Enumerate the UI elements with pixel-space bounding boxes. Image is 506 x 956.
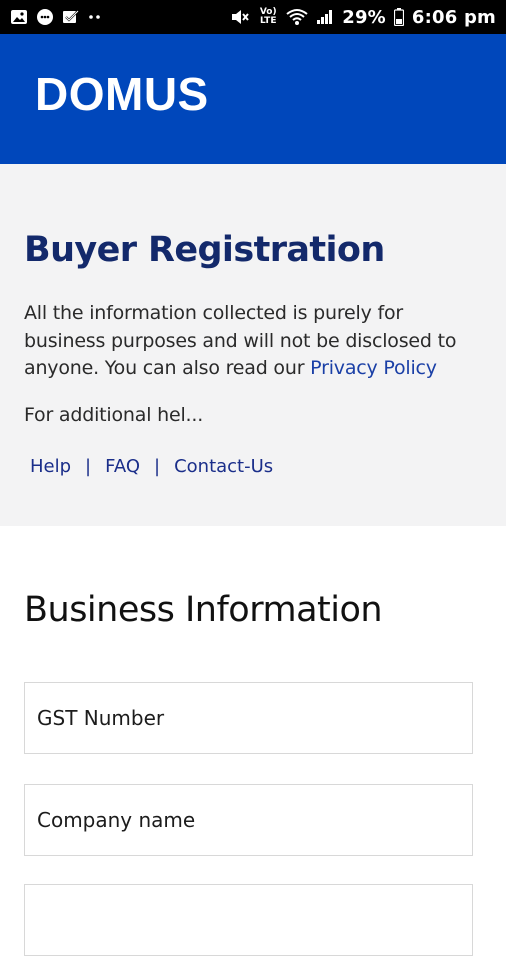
help-links: Help | FAQ | Contact-Us	[30, 456, 273, 477]
image-icon	[10, 9, 28, 25]
privacy-policy-link[interactable]: Privacy Policy	[310, 357, 437, 379]
mute-icon	[230, 8, 250, 26]
link-separator: |	[85, 456, 92, 477]
domus-logo[interactable]: DOMUS	[35, 67, 209, 121]
next-form-input[interactable]	[25, 885, 472, 955]
status-left-icons	[10, 8, 102, 26]
link-separator: |	[154, 456, 161, 477]
app-header: DOMUS	[0, 34, 506, 164]
faq-link[interactable]: FAQ	[105, 456, 140, 477]
contact-us-link[interactable]: Contact-Us	[174, 456, 273, 477]
status-bar: Vo) LTE 29% 6:06 pm	[0, 0, 506, 34]
intro-text: All the information collected is purely …	[24, 300, 486, 383]
battery-percent: 29%	[342, 6, 386, 28]
messenger-icon	[36, 8, 54, 26]
more-dots-icon	[88, 14, 102, 20]
status-right-icons: Vo) LTE 29% 6:06 pm	[230, 7, 496, 28]
intro-section: Buyer Registration All the information c…	[0, 164, 506, 526]
additional-help-text[interactable]: For additional hel...	[24, 404, 203, 426]
company-name-input[interactable]	[25, 785, 472, 855]
gst-number-field[interactable]	[24, 682, 473, 754]
clock: 6:06 pm	[411, 6, 496, 28]
help-link[interactable]: Help	[30, 456, 71, 477]
section-title: Business Information	[24, 590, 383, 630]
checkbox-icon	[62, 9, 80, 25]
gst-number-input[interactable]	[25, 683, 472, 753]
page-title: Buyer Registration	[24, 230, 385, 270]
company-name-field[interactable]	[24, 784, 473, 856]
signal-icon	[316, 9, 334, 25]
volte-icon: Vo) LTE	[259, 7, 277, 26]
next-form-field[interactable]	[24, 884, 473, 956]
battery-icon	[393, 8, 404, 26]
wifi-icon	[286, 8, 308, 26]
